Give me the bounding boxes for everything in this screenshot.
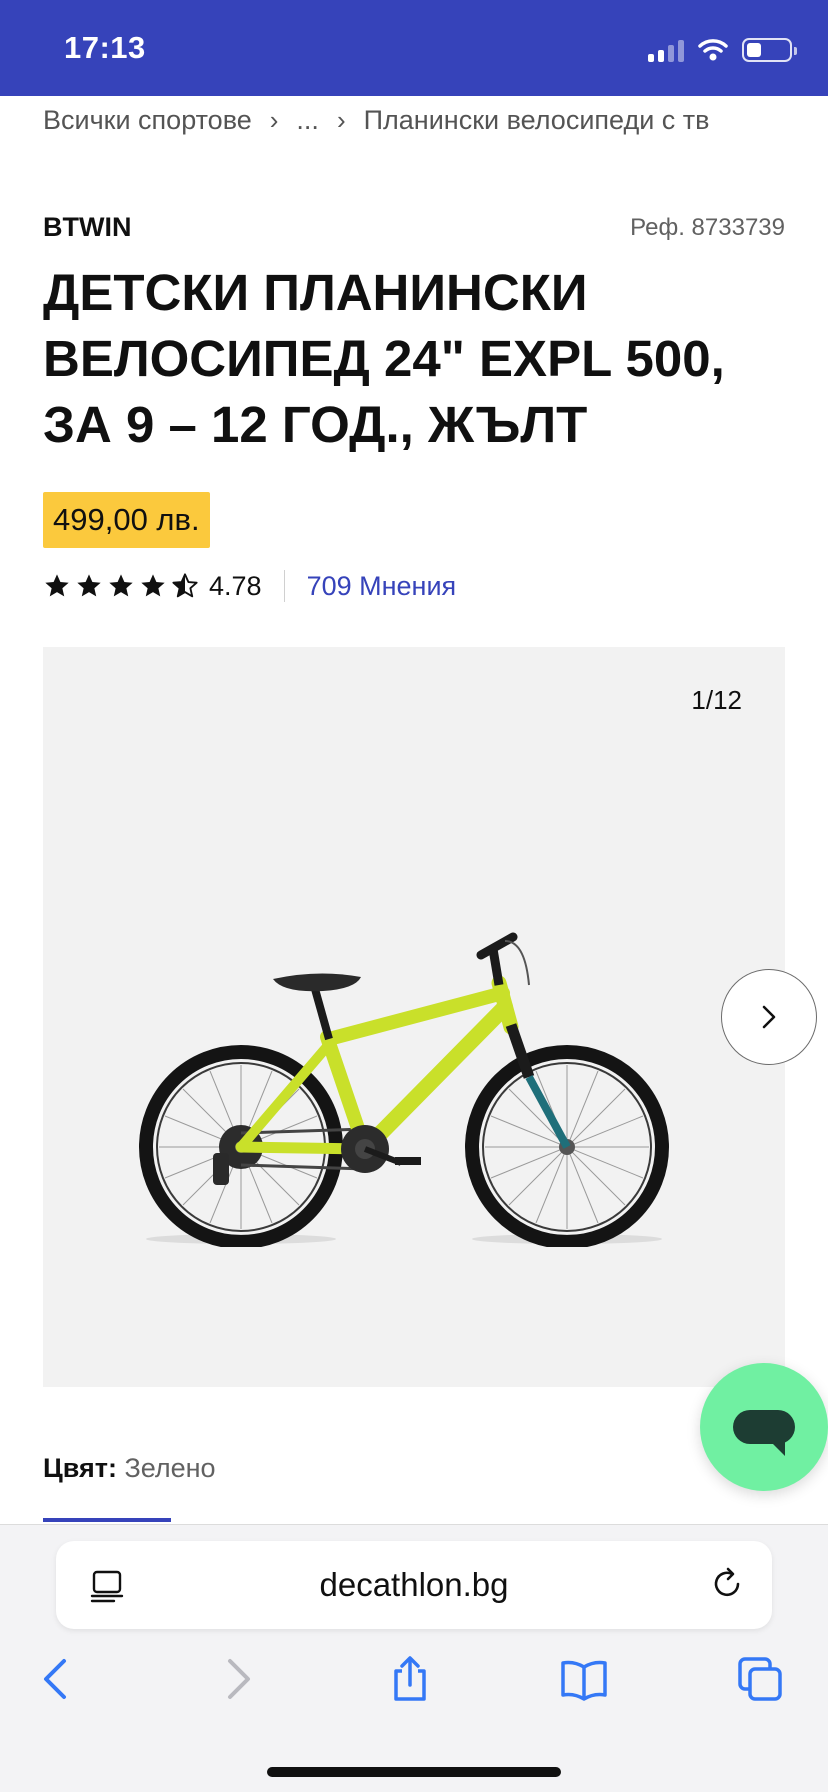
chat-button[interactable] xyxy=(700,1363,828,1491)
rating-stars[interactable] xyxy=(43,572,199,600)
share-icon[interactable] xyxy=(386,1655,434,1703)
breadcrumb-item-ellipsis[interactable]: ... xyxy=(296,105,319,136)
gallery-counter: 1/12 xyxy=(691,685,742,715)
chevron-right-icon: › xyxy=(336,104,346,135)
selected-color-indicator[interactable] xyxy=(43,1518,171,1522)
signal-icon xyxy=(648,38,684,62)
gallery-next-button[interactable] xyxy=(721,969,817,1065)
address-bar[interactable]: decathlon.bg xyxy=(56,1541,772,1629)
tabs-icon[interactable] xyxy=(736,1655,784,1703)
status-time: 17:13 xyxy=(64,30,146,65)
reviews-link[interactable]: 709 Мнения xyxy=(307,571,457,602)
color-selector: Цвят: Зелено xyxy=(43,1453,216,1484)
breadcrumb: Всички спортове › ... › Планински велоси… xyxy=(43,100,785,140)
wifi-icon xyxy=(698,39,728,61)
forward-icon[interactable] xyxy=(212,1655,260,1703)
color-label: Цвят: xyxy=(43,1453,117,1483)
star-icon xyxy=(109,574,133,597)
rating-value: 4.78 xyxy=(209,570,262,601)
breadcrumb-item-all-sports[interactable]: Всички спортове xyxy=(43,105,252,136)
rating-divider xyxy=(283,570,285,602)
product-title-line: ЗА 9 – 12 ГОД., ЖЪЛТ xyxy=(43,396,588,453)
battery-icon xyxy=(742,38,797,62)
status-bar: 17:13 xyxy=(0,0,828,96)
product-title-line: ДЕТСКИ ПЛАНИНСКИ xyxy=(43,264,588,321)
product-title: ДЕТСКИ ПЛАНИНСКИ ВЕЛОСИПЕД 24" EXPL 500,… xyxy=(43,260,803,458)
product-price: 499,00 лв. xyxy=(43,492,210,548)
bookmarks-icon[interactable] xyxy=(560,1655,608,1703)
color-value: Зелено xyxy=(124,1453,216,1483)
breadcrumb-item-mtb[interactable]: Планински велосипеди с тв xyxy=(364,105,710,136)
product-image xyxy=(139,932,669,1247)
url-text[interactable]: decathlon.bg xyxy=(56,1541,772,1629)
product-gallery[interactable]: 1/12 xyxy=(43,647,785,1387)
star-icon xyxy=(77,574,101,597)
status-icons xyxy=(648,36,797,64)
browser-chrome: decathlon.bg xyxy=(0,1524,828,1792)
back-icon[interactable] xyxy=(34,1655,82,1703)
product-ref: Реф. 8733739 xyxy=(630,214,785,241)
star-half-icon xyxy=(172,573,198,598)
product-rating: 4.78 709 Мнения xyxy=(43,566,456,606)
chat-icon xyxy=(733,1410,795,1456)
product-title-line: ВЕЛОСИПЕД 24" EXPL 500, xyxy=(43,330,725,387)
product-brand[interactable]: BTWIN xyxy=(43,212,131,243)
star-icon xyxy=(45,574,69,597)
chevron-right-icon: › xyxy=(269,104,279,135)
browser-toolbar xyxy=(0,1647,828,1717)
home-indicator xyxy=(267,1767,561,1777)
star-icon xyxy=(141,574,165,597)
chevron-right-icon xyxy=(762,1005,776,1029)
reload-icon[interactable] xyxy=(708,1565,746,1603)
